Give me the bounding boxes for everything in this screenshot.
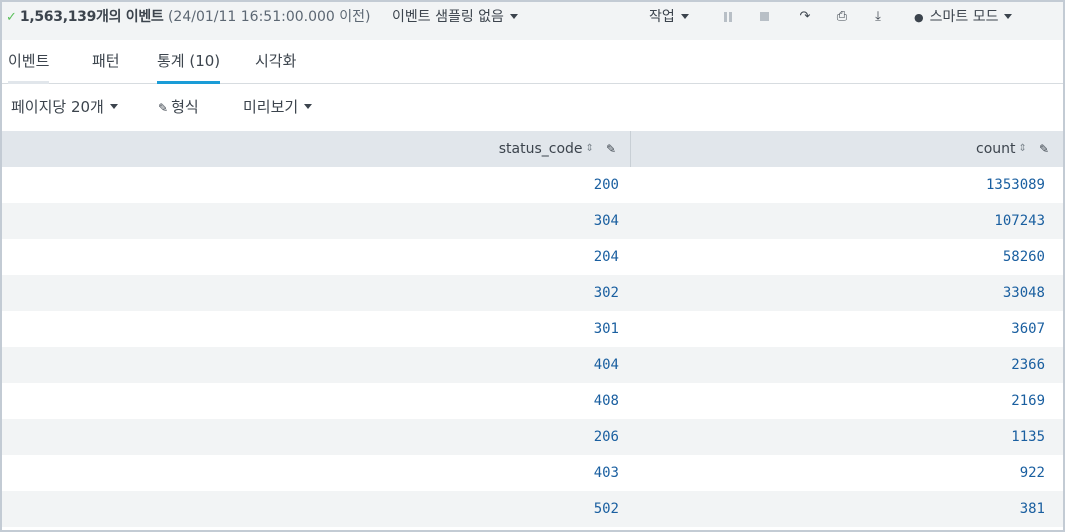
status-code-cell[interactable]: 403 xyxy=(2,455,619,491)
table-row: 301 3607 xyxy=(2,311,1063,347)
statistics-table: status_code ⇕ ✎ count ⇕ ✎ 200 1353089 304 10… xyxy=(2,131,1063,527)
sort-icon[interactable]: ⇕ xyxy=(1019,144,1027,154)
sampling-label: 이벤트 샘플링 없음 xyxy=(392,9,504,25)
tab-events[interactable]: 이벤트 xyxy=(8,40,50,84)
format-label: 형식 xyxy=(171,98,199,116)
lightbulb-icon: ● xyxy=(914,11,924,24)
count-cell[interactable]: 381 xyxy=(631,491,1045,527)
table-row: 304 107243 xyxy=(2,203,1063,239)
count-cell[interactable]: 922 xyxy=(631,455,1045,491)
table-row: 502 381 xyxy=(2,491,1063,527)
status-code-cell[interactable]: 304 xyxy=(2,203,619,239)
preview-dropdown[interactable]: 미리보기 xyxy=(243,85,313,131)
share-arrow-icon: ↷ xyxy=(799,9,811,24)
preview-label: 미리보기 xyxy=(243,98,299,116)
results-tabs: 이벤트 패턴 통계 (10) 시각화 xyxy=(2,40,1063,84)
table-row: 404 2366 xyxy=(2,347,1063,383)
time-range-text: (24/01/11 16:51:00.000 이전) xyxy=(167,9,371,25)
column-header-label: count xyxy=(976,141,1016,157)
status-code-cell[interactable]: 404 xyxy=(2,347,619,383)
per-page-label: 페이지당 20개 xyxy=(11,98,104,116)
count-cell[interactable]: 2169 xyxy=(631,383,1045,419)
table-toolbar: 페이지당 20개 ✎ 형식 미리보기 xyxy=(2,85,1063,131)
job-menu[interactable]: 작업 xyxy=(649,2,689,32)
table-row: 204 58260 xyxy=(2,239,1063,275)
print-button[interactable]: ⎙ xyxy=(831,2,853,32)
chevron-down-icon xyxy=(109,104,118,109)
pencil-icon[interactable]: ✎ xyxy=(606,131,616,167)
column-header-label: status_code xyxy=(498,141,583,157)
chevron-down-icon xyxy=(1004,13,1013,19)
count-cell[interactable]: 107243 xyxy=(631,203,1045,239)
chevron-down-icon xyxy=(304,104,313,109)
tab-patterns[interactable]: 패턴 xyxy=(92,40,120,84)
event-count-summary: ✓ 1,563,139개의 이벤트 (24/01/11 16:51:00.000 … xyxy=(6,2,370,32)
format-button[interactable]: ✎ 형식 xyxy=(158,85,199,131)
stop-icon xyxy=(759,12,769,21)
column-header-status-code[interactable]: status_code ⇕ ✎ xyxy=(2,131,631,167)
table-row: 403 922 xyxy=(2,455,1063,491)
status-code-cell[interactable]: 302 xyxy=(2,275,619,311)
status-code-cell[interactable]: 200 xyxy=(2,167,619,203)
sampling-dropdown[interactable]: 이벤트 샘플링 없음 xyxy=(392,2,518,32)
status-code-cell[interactable]: 204 xyxy=(2,239,619,275)
job-status-bar: ✓ 1,563,139개의 이벤트 (24/01/11 16:51:00.000 … xyxy=(2,2,1063,40)
count-cell[interactable]: 58260 xyxy=(631,239,1045,275)
table-row: 200 1353089 xyxy=(2,167,1063,203)
check-icon: ✓ xyxy=(6,10,17,25)
sort-icon[interactable]: ⇕ xyxy=(586,144,594,154)
event-count: 1,563,139개의 이벤트 xyxy=(19,9,164,25)
chevron-down-icon xyxy=(509,13,518,19)
count-cell[interactable]: 1353089 xyxy=(631,167,1045,203)
tab-statistics[interactable]: 통계 (10) xyxy=(157,40,221,84)
export-button[interactable]: ⤓ xyxy=(867,2,889,32)
per-page-dropdown[interactable]: 페이지당 20개 xyxy=(11,85,118,131)
pause-icon xyxy=(724,11,732,22)
status-code-cell[interactable]: 206 xyxy=(2,419,619,455)
table-row: 206 1135 xyxy=(2,419,1063,455)
search-results-panel: ✓ 1,563,139개의 이벤트 (24/01/11 16:51:00.000 … xyxy=(0,0,1065,532)
pause-button[interactable] xyxy=(717,2,739,32)
count-cell[interactable]: 1135 xyxy=(631,419,1045,455)
job-label: 작업 xyxy=(649,9,675,25)
mode-label: 스마트 모드 xyxy=(929,9,999,25)
status-code-cell[interactable]: 301 xyxy=(2,311,619,347)
status-code-cell[interactable]: 502 xyxy=(2,491,619,527)
download-icon: ⤓ xyxy=(875,9,881,24)
count-cell[interactable]: 2366 xyxy=(631,347,1045,383)
tab-visualization[interactable]: 시각화 xyxy=(255,40,296,84)
status-code-cell[interactable]: 408 xyxy=(2,383,619,419)
share-button[interactable]: ↷ xyxy=(794,2,816,32)
count-cell[interactable]: 33048 xyxy=(631,275,1045,311)
chevron-down-icon xyxy=(680,13,689,19)
count-cell[interactable]: 3607 xyxy=(631,311,1045,347)
stop-button[interactable] xyxy=(753,2,775,32)
pencil-icon: ✎ xyxy=(158,101,169,115)
column-header-count[interactable]: count ⇕ ✎ xyxy=(631,131,1063,167)
printer-icon: ⎙ xyxy=(836,9,848,24)
table-row: 408 2169 xyxy=(2,383,1063,419)
pencil-icon[interactable]: ✎ xyxy=(1039,131,1049,167)
search-mode-dropdown[interactable]: ● 스마트 모드 xyxy=(914,2,1013,32)
table-row: 302 33048 xyxy=(2,275,1063,311)
table-header: status_code ⇕ ✎ count ⇕ ✎ xyxy=(2,131,1063,167)
